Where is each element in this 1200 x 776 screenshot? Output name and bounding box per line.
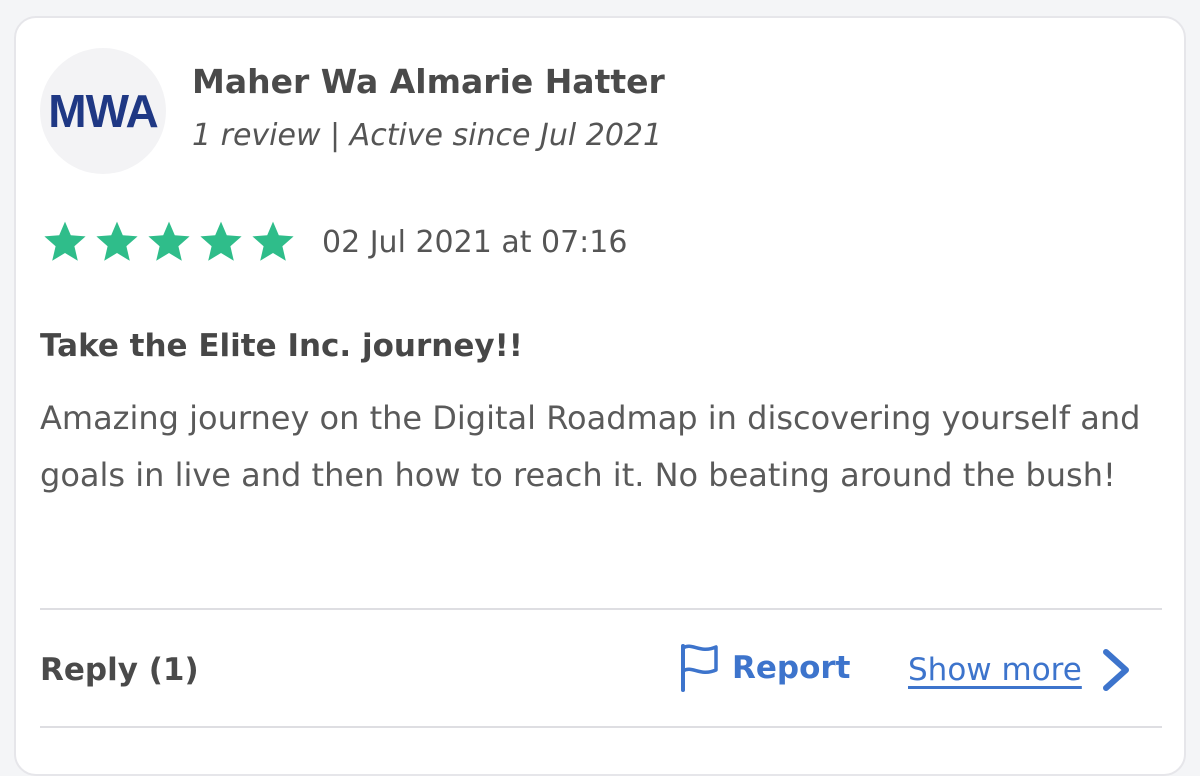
- avatar: MWA: [40, 48, 166, 174]
- star-icon: [200, 221, 242, 261]
- flag-icon: [681, 644, 718, 692]
- star-rating: [40, 218, 298, 266]
- reply-button[interactable]: Reply (1): [40, 652, 199, 688]
- divider: [40, 608, 1162, 610]
- star-icon: [252, 221, 294, 261]
- divider: [40, 726, 1162, 728]
- star-icon: [148, 221, 190, 261]
- reviewer-meta: 1 review | Active since Jul 2021: [192, 118, 663, 153]
- show-more-link[interactable]: Show more: [908, 646, 1134, 694]
- reviewer-name: Maher Wa Almarie Hatter: [192, 62, 665, 101]
- star-icon: [44, 221, 86, 261]
- star-icon: [96, 221, 138, 261]
- rating-row: 02 Jul 2021 at 07:16: [40, 218, 627, 266]
- report-button[interactable]: Report: [678, 642, 851, 694]
- review-date: 02 Jul 2021 at 07:16: [322, 224, 628, 260]
- report-label: Report: [732, 650, 851, 686]
- chevron-right-icon: [1102, 649, 1129, 691]
- avatar-initials: MWA: [48, 85, 158, 137]
- review-card: MWA Maher Wa Almarie Hatter 1 review | A…: [14, 16, 1186, 776]
- review-title: Take the Elite Inc. journey!!: [40, 328, 523, 364]
- review-body: Amazing journey on the Digital Roadmap i…: [40, 399, 1141, 494]
- show-more-label: Show more: [908, 652, 1082, 688]
